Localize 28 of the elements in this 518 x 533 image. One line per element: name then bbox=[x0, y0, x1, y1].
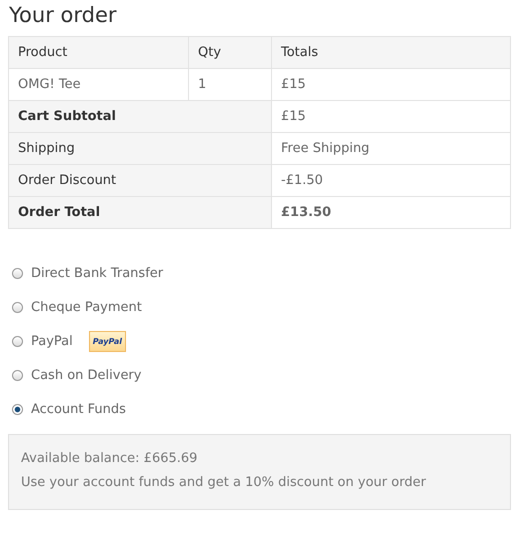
summary-label: Order Total bbox=[8, 196, 272, 228]
payment-method-label: Cash on Delivery bbox=[31, 368, 142, 382]
info-text: Available balance: £665.69 bbox=[21, 450, 198, 468]
column-header: Totals bbox=[272, 36, 510, 68]
page-title: Your order bbox=[8, 2, 118, 29]
radio-button[interactable] bbox=[12, 302, 23, 312]
table-cell: £15 bbox=[272, 68, 510, 100]
summary-value: £15 bbox=[272, 100, 510, 132]
paypal-logo: PayPal bbox=[88, 330, 126, 352]
radio-button[interactable] bbox=[12, 404, 23, 414]
table-cell: 1 bbox=[188, 68, 272, 100]
summary-value: -£1.50 bbox=[272, 164, 510, 196]
column-header: Qty bbox=[188, 36, 272, 68]
info-text: Use your account funds and get a 10% discount on your order bbox=[21, 474, 427, 492]
payment-method-label: Account Funds bbox=[31, 402, 126, 416]
table-cell: OMG! Tee bbox=[8, 68, 188, 100]
column-header: Product bbox=[8, 36, 188, 68]
payment-method-label: Direct Bank Transfer bbox=[31, 266, 164, 280]
summary-value: £13.50 bbox=[272, 196, 510, 228]
radio-button[interactable] bbox=[12, 370, 23, 380]
radio-button[interactable] bbox=[12, 268, 23, 278]
summary-label: Shipping bbox=[8, 132, 272, 164]
payment-method-label: Cheque Payment bbox=[31, 300, 142, 314]
radio-button[interactable] bbox=[12, 336, 23, 346]
summary-label: Cart Subtotal bbox=[8, 100, 272, 132]
payment-method-label: PayPal bbox=[31, 334, 73, 348]
summary-value: Free Shipping bbox=[272, 132, 510, 164]
summary-label: Order Discount bbox=[8, 164, 272, 196]
